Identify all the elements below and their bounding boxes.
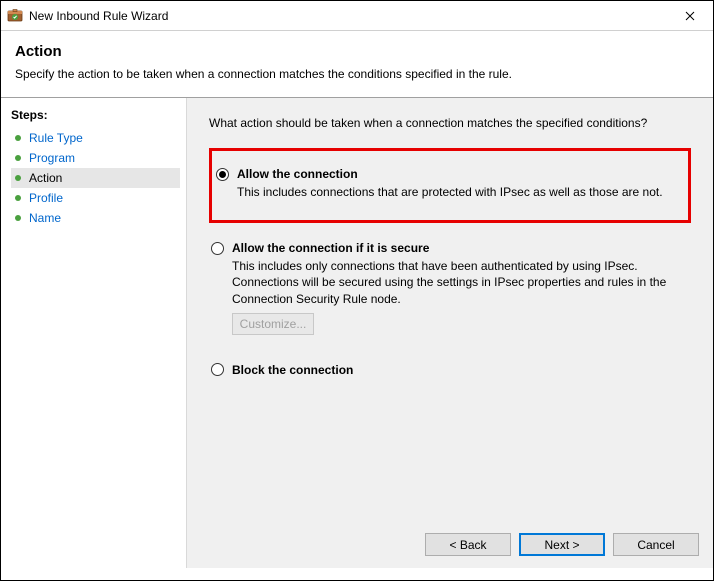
step-action[interactable]: Action <box>11 168 180 188</box>
cancel-button[interactable]: Cancel <box>613 533 699 556</box>
option-label: Block the connection <box>232 363 353 377</box>
step-label: Program <box>29 151 75 165</box>
step-label: Action <box>29 171 62 185</box>
step-profile[interactable]: Profile <box>11 188 180 208</box>
step-rule-type[interactable]: Rule Type <box>11 128 180 148</box>
option-allow-secure[interactable]: Allow the connection if it is secure Thi… <box>209 235 691 343</box>
body: Steps: Rule Type Program Action Profile … <box>1 98 713 568</box>
radio-allow-secure[interactable] <box>211 242 224 255</box>
page-subtitle: Specify the action to be taken when a co… <box>15 67 699 81</box>
content-panel: What action should be taken when a conne… <box>186 98 713 568</box>
back-button[interactable]: < Back <box>425 533 511 556</box>
step-label: Profile <box>29 191 63 205</box>
page-title: Action <box>15 43 699 60</box>
close-button[interactable] <box>667 1 713 31</box>
option-label: Allow the connection <box>237 167 358 181</box>
option-head: Allow the connection <box>216 167 678 181</box>
window-title: New Inbound Rule Wizard <box>29 9 667 23</box>
page-header: Action Specify the action to be taken wh… <box>1 31 713 89</box>
option-head: Allow the connection if it is secure <box>211 241 691 255</box>
option-label: Allow the connection if it is secure <box>232 241 429 255</box>
highlighted-option: Allow the connection This includes conne… <box>209 148 691 223</box>
customize-button: Customize... <box>232 313 314 335</box>
radio-block[interactable] <box>211 363 224 376</box>
step-program[interactable]: Program <box>11 148 180 168</box>
step-label: Name <box>29 211 61 225</box>
close-icon <box>685 11 695 21</box>
step-name[interactable]: Name <box>11 208 180 228</box>
radio-allow[interactable] <box>216 168 229 181</box>
bullet-icon <box>15 135 21 141</box>
option-desc: This includes only connections that have… <box>232 258 691 307</box>
option-head: Block the connection <box>211 363 691 377</box>
option-desc: This includes connections that are prote… <box>237 184 678 200</box>
bullet-icon <box>15 175 21 181</box>
next-button[interactable]: Next > <box>519 533 605 556</box>
steps-title: Steps: <box>11 108 180 122</box>
footer-buttons: < Back Next > Cancel <box>425 533 699 556</box>
bullet-icon <box>15 155 21 161</box>
question-text: What action should be taken when a conne… <box>209 116 691 130</box>
bullet-icon <box>15 195 21 201</box>
steps-sidebar: Steps: Rule Type Program Action Profile … <box>1 98 186 568</box>
app-icon <box>7 8 23 24</box>
bullet-icon <box>15 215 21 221</box>
option-block[interactable]: Block the connection <box>209 357 691 385</box>
titlebar: New Inbound Rule Wizard <box>1 1 713 31</box>
step-label: Rule Type <box>29 131 83 145</box>
option-allow[interactable]: Allow the connection This includes conne… <box>214 161 678 208</box>
